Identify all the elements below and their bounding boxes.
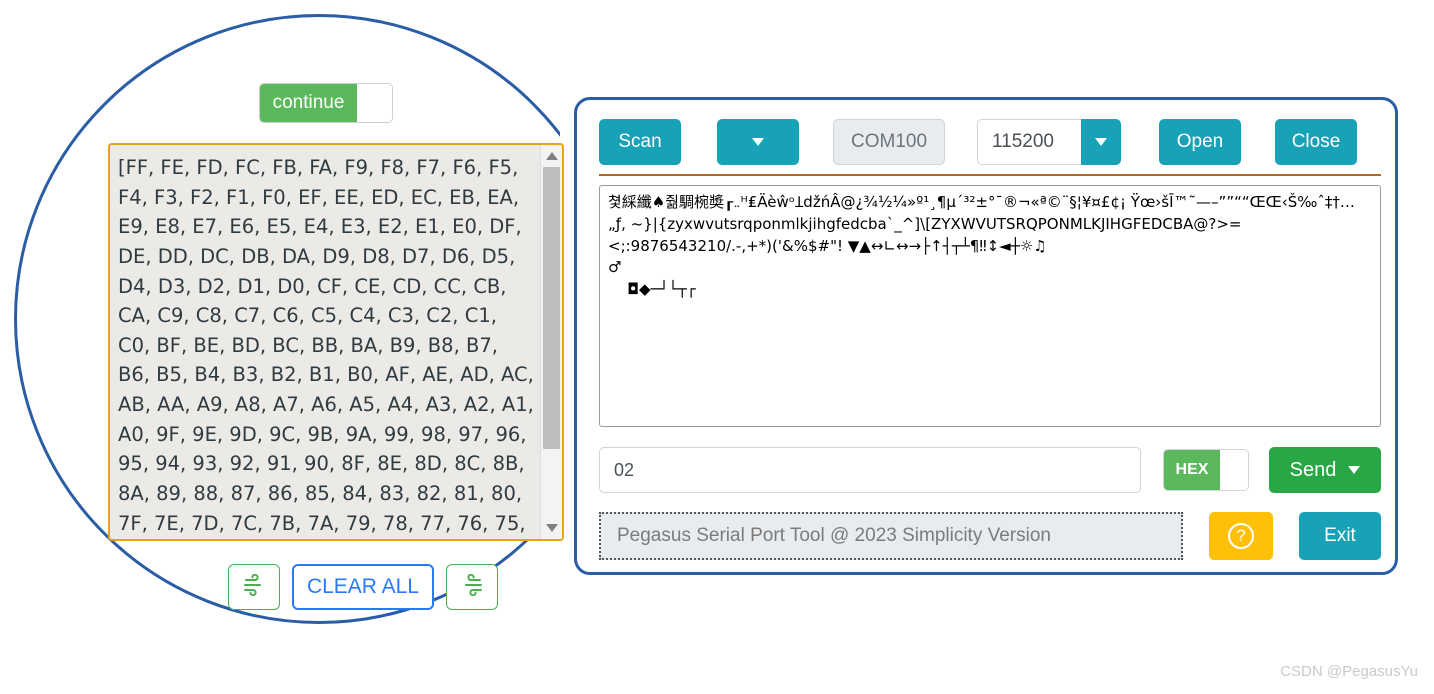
chevron-down-icon bbox=[1095, 138, 1107, 146]
hex-toggle-label: HEX bbox=[1164, 450, 1220, 490]
clear-controls: CLEAR ALL bbox=[228, 564, 498, 610]
receive-log-magnified[interactable]: [FF, FE, FD, FC, FB, FA, F9, F8, F7, F6,… bbox=[108, 143, 564, 541]
receive-log-scrollbar[interactable] bbox=[540, 145, 562, 539]
send-button-label: Send bbox=[1290, 459, 1337, 482]
continue-toggle-knob[interactable] bbox=[357, 84, 392, 122]
chevron-down-icon[interactable] bbox=[1348, 466, 1360, 474]
send-button[interactable]: Send bbox=[1269, 447, 1381, 493]
port-display: COM100 bbox=[833, 119, 945, 165]
scrollbar-thumb[interactable] bbox=[543, 167, 560, 449]
exit-button[interactable]: Exit bbox=[1299, 512, 1381, 560]
clear-send-button[interactable] bbox=[446, 564, 498, 610]
toolbar-divider bbox=[599, 174, 1381, 176]
port-dropdown-button[interactable] bbox=[717, 119, 799, 165]
baudrate-dropdown-button[interactable] bbox=[1081, 119, 1121, 165]
baudrate-select[interactable]: 115200 bbox=[977, 119, 1121, 165]
scan-button[interactable]: Scan bbox=[599, 119, 681, 165]
close-button[interactable]: Close bbox=[1275, 119, 1357, 165]
hex-toggle[interactable]: HEX bbox=[1163, 449, 1249, 491]
connection-toolbar: Scan COM100 115200 Open Close bbox=[599, 118, 1381, 166]
baudrate-value[interactable]: 115200 bbox=[977, 119, 1081, 165]
question-mark-icon: ? bbox=[1228, 523, 1254, 549]
serial-tool-panel: Scan COM100 115200 Open Close 쳧綵纖♠줢騆椀奬┎܅… bbox=[574, 97, 1398, 575]
receive-log-magnified-text: [FF, FE, FD, FC, FB, FA, F9, F8, F7, F6,… bbox=[110, 145, 540, 539]
continue-toggle-label: continue bbox=[260, 84, 357, 122]
hex-toggle-knob[interactable] bbox=[1220, 450, 1248, 490]
wind-icon bbox=[460, 574, 484, 601]
clear-all-button[interactable]: CLEAR ALL bbox=[292, 564, 434, 610]
chevron-down-icon bbox=[752, 138, 764, 146]
scroll-up-arrow-icon[interactable] bbox=[546, 152, 558, 160]
footer-controls: Pegasus Serial Port Tool @ 2023 Simplici… bbox=[599, 511, 1381, 561]
clear-receive-button[interactable] bbox=[228, 564, 280, 610]
send-input[interactable] bbox=[599, 447, 1141, 493]
receive-textarea[interactable]: 쳧綵纖♠줢騆椀奬┎܅ᴴ₤ÄèŵᵒꞱdžńÂ@¿¾½¼»º¹¸¶µ´³²±°¯®¬… bbox=[599, 185, 1381, 427]
open-button[interactable]: Open bbox=[1159, 119, 1241, 165]
scroll-down-arrow-icon[interactable] bbox=[546, 524, 558, 532]
status-bar: Pegasus Serial Port Tool @ 2023 Simplici… bbox=[599, 512, 1183, 560]
wind-icon bbox=[242, 574, 266, 601]
help-button[interactable]: ? bbox=[1209, 512, 1273, 560]
send-controls: HEX Send bbox=[599, 447, 1381, 493]
continue-toggle[interactable]: continue bbox=[259, 83, 393, 123]
watermark: CSDN @PegasusYu bbox=[1280, 663, 1418, 680]
